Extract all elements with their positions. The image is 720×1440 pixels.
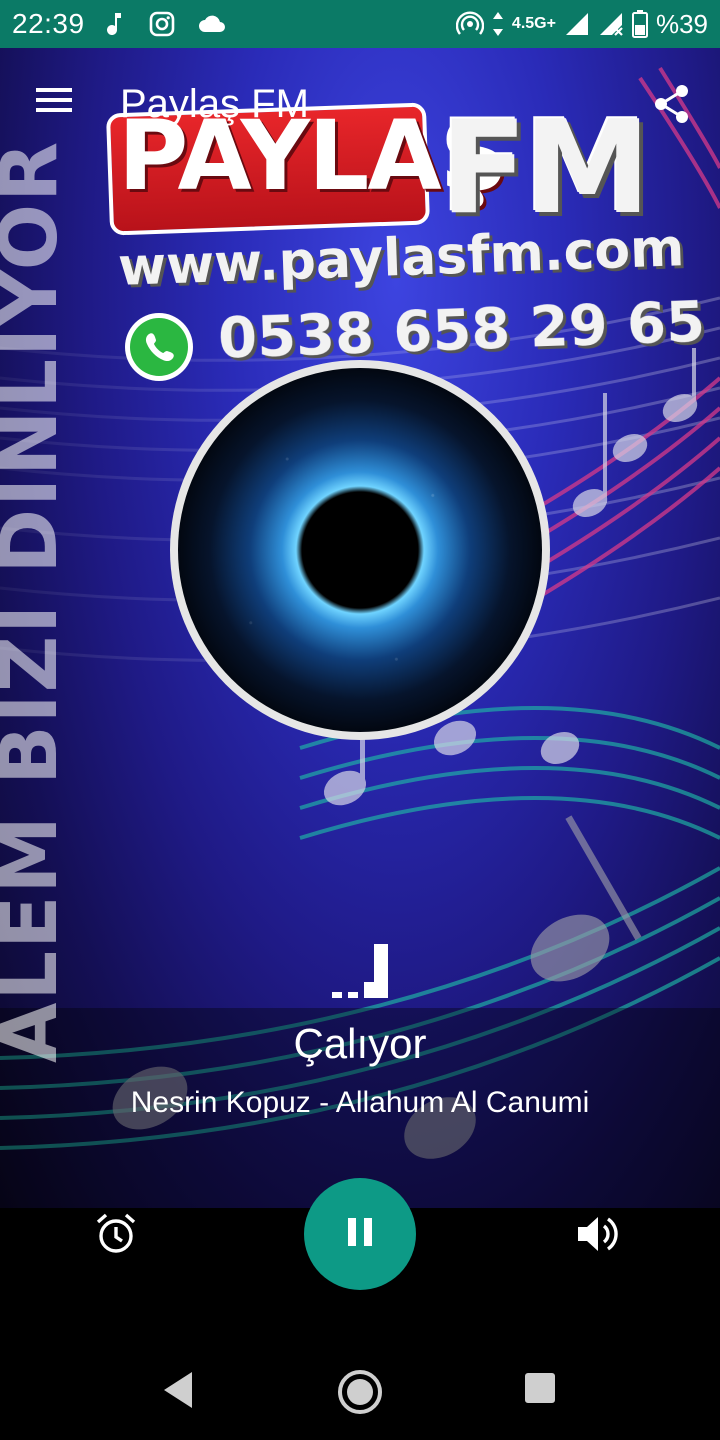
- whatsapp-icon: [122, 310, 196, 389]
- share-icon[interactable]: [650, 82, 694, 131]
- back-icon[interactable]: [160, 1368, 196, 1417]
- signal-no-data-icon: [598, 11, 624, 37]
- instagram-icon: [149, 11, 175, 37]
- signal-icon: [564, 11, 590, 37]
- system-nav-bar: [0, 1340, 720, 1440]
- album-art: [170, 360, 550, 740]
- battery-percent: %39: [655, 8, 708, 39]
- music-note-icon: [105, 11, 127, 37]
- track-title: Nesrin Kopuz - Allahum Al Canumi: [130, 1086, 590, 1119]
- hamburger-menu-icon[interactable]: [34, 84, 74, 121]
- status-bar: 22:39 4.5G+ %39: [0, 0, 720, 48]
- battery-icon: [631, 10, 648, 38]
- home-icon[interactable]: [336, 1368, 384, 1421]
- playback-status: Çalıyor: [293, 1020, 427, 1067]
- alarm-clock-icon[interactable]: [94, 1212, 138, 1261]
- data-arrows-icon: [492, 11, 504, 37]
- player-controls: [0, 1170, 720, 1300]
- hotspot-icon: [455, 10, 484, 38]
- app-title: Paylaş FM: [120, 82, 309, 126]
- pause-button[interactable]: [304, 1178, 416, 1290]
- network-type: 4.5G+: [511, 15, 556, 32]
- recent-apps-icon[interactable]: [522, 1368, 558, 1413]
- album-art-image: [178, 368, 542, 732]
- status-time: 22:39: [12, 8, 85, 39]
- pause-icon: [346, 1216, 374, 1253]
- side-slogan: ALEM BIZI DINLIYOR: [0, 139, 75, 1063]
- equalizer-icon: [330, 942, 390, 1005]
- cloud-icon: [197, 14, 227, 34]
- volume-icon[interactable]: [574, 1212, 620, 1261]
